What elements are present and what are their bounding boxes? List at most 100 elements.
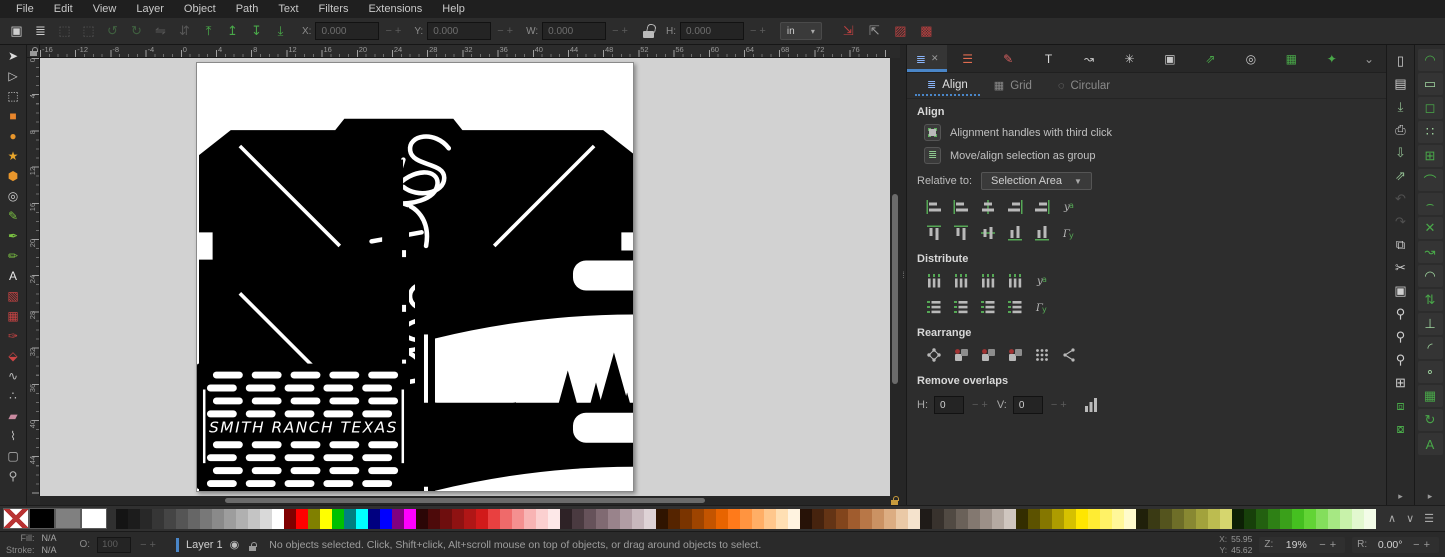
color-swatch[interactable] [1076, 509, 1088, 529]
relative-to-dropdown[interactable]: Selection Area ▼ [981, 172, 1092, 190]
selection-action-icon[interactable]: ⤓ [269, 20, 292, 42]
snap-paths[interactable]: ⌢ [1418, 193, 1443, 215]
ellipse-tool[interactable]: ● [1, 126, 25, 146]
tab-layers[interactable]: ☰ [947, 45, 987, 72]
zoom-tool[interactable]: ⚲ [1, 466, 25, 486]
distribute-vertical-button[interactable] [1030, 297, 1053, 317]
color-swatch[interactable] [212, 509, 224, 529]
color-swatch[interactable] [128, 509, 140, 529]
color-swatch[interactable] [1232, 509, 1244, 529]
selection-action-icon[interactable]: ↻ [125, 20, 148, 42]
align-vertical-button[interactable] [1057, 223, 1080, 243]
h-spinner[interactable]: −+ [750, 25, 769, 37]
color-swatch[interactable] [476, 509, 488, 529]
align-horizontal-button[interactable] [922, 197, 945, 217]
star-tool[interactable]: ★ [1, 146, 25, 166]
opacity-spinner[interactable]: −+ [140, 539, 159, 551]
snap-bar-expander[interactable]: ▸ [1428, 491, 1433, 502]
color-swatch[interactable] [608, 509, 620, 529]
no-color-swatch[interactable] [3, 508, 29, 529]
tweak-tool[interactable]: ∿ [1, 366, 25, 386]
align-vertical-button[interactable] [976, 223, 999, 243]
color-swatch[interactable] [1328, 509, 1340, 529]
color-swatch[interactable] [524, 509, 536, 529]
color-swatch[interactable] [332, 509, 344, 529]
w-spinner[interactable]: −+ [612, 25, 631, 37]
align-horizontal-button[interactable] [1003, 197, 1026, 217]
import[interactable]: ⇩ [1389, 141, 1413, 164]
align-horizontal-button[interactable] [976, 197, 999, 217]
align-vertical-button[interactable] [949, 223, 972, 243]
overlap-h-spinner[interactable]: −+ [972, 399, 991, 411]
connector-tool[interactable]: ⌇ [1, 426, 25, 446]
color-swatch[interactable] [644, 509, 656, 529]
vertical-scrollbar-thumb[interactable] [892, 194, 898, 384]
snap-perpendicular[interactable]: ⊥ [1418, 313, 1443, 335]
zoom-control[interactable]: Z: 19% −+ [1259, 537, 1345, 553]
tab-path-effects[interactable]: ↝ [1069, 45, 1109, 72]
color-swatch[interactable] [548, 509, 560, 529]
color-swatch[interactable] [536, 509, 548, 529]
color-swatch[interactable] [1256, 509, 1268, 529]
selection-action-icon[interactable]: ⬚ [77, 20, 100, 42]
color-swatch[interactable] [140, 509, 152, 529]
color-swatch[interactable] [692, 509, 704, 529]
pencil-tool[interactable]: ✎ [1, 206, 25, 226]
color-swatch[interactable] [200, 509, 212, 529]
color-swatch[interactable] [596, 509, 608, 529]
snap-cusp-nodes[interactable]: ↝ [1418, 241, 1443, 263]
color-swatch[interactable] [872, 509, 884, 529]
color-swatch[interactable] [752, 509, 764, 529]
color-swatch[interactable] [116, 509, 128, 529]
align-mode-tab[interactable]: ≣ Align [915, 75, 980, 96]
close-icon[interactable]: ✕ [931, 53, 939, 64]
color-swatch[interactable] [1316, 509, 1328, 529]
color-swatch[interactable] [164, 509, 176, 529]
rectangle-tool[interactable]: ■ [1, 106, 25, 126]
color-swatch[interactable] [320, 509, 332, 529]
tab-text-font[interactable]: T [1028, 45, 1068, 72]
tab-align-distribute[interactable]: ≣ ✕ [907, 45, 947, 72]
color-swatch[interactable] [740, 509, 752, 529]
align-horizontal-button[interactable] [1030, 197, 1053, 217]
firepit-design-artwork[interactable]: SMITH RANCH TEXAS [197, 63, 633, 491]
color-swatch[interactable] [1352, 509, 1364, 529]
snap-bbox[interactable]: ▭ [1418, 73, 1443, 95]
color-swatch[interactable] [776, 509, 788, 529]
distribute-horizontal-button[interactable] [976, 271, 999, 291]
menu-help[interactable]: Help [432, 2, 475, 16]
shape-builder-tool[interactable]: ⬚ [1, 86, 25, 106]
distribute-horizontal-button[interactable] [949, 271, 972, 291]
distribute-horizontal-button[interactable] [1030, 271, 1053, 291]
palette-scroll-up-icon[interactable]: ∧ [1388, 512, 1396, 525]
zoom-selection[interactable]: ⚲ [1389, 302, 1413, 325]
color-swatch[interactable] [500, 509, 512, 529]
color-swatch[interactable] [236, 509, 248, 529]
export[interactable]: ⇗ [1389, 164, 1413, 187]
snap-tangential[interactable]: ◜ [1418, 337, 1443, 359]
color-swatch[interactable] [896, 509, 908, 529]
align-vertical-button[interactable] [1003, 223, 1026, 243]
menu-object[interactable]: Object [174, 2, 226, 16]
tab-export[interactable]: ⇗ [1190, 45, 1230, 72]
color-swatch[interactable] [668, 509, 680, 529]
vertical-ruler[interactable]: 048121620242832364044 [27, 58, 40, 496]
color-swatch[interactable] [884, 509, 896, 529]
color-swatch[interactable] [704, 509, 716, 529]
distribute-vertical-button[interactable] [949, 297, 972, 317]
node-tool[interactable]: ▷ [1, 66, 25, 86]
unit-dropdown[interactable]: in ▾ [780, 22, 822, 40]
y-spinner[interactable]: −+ [497, 25, 516, 37]
color-swatch[interactable] [920, 509, 932, 529]
color-swatch[interactable] [404, 509, 416, 529]
color-swatch[interactable] [560, 509, 572, 529]
menu-file[interactable]: File [6, 2, 44, 16]
zoom-drawing[interactable]: ⚲ [1389, 325, 1413, 348]
transform-toggle-icon[interactable]: ▨ [889, 20, 912, 42]
menu-view[interactable]: View [83, 2, 127, 16]
selection-action-icon[interactable]: ⇵ [173, 20, 196, 42]
rotation-spinner[interactable]: −+ [1413, 539, 1434, 551]
color-swatch[interactable] [1268, 509, 1280, 529]
color-swatch[interactable] [1340, 509, 1352, 529]
zoom-spinner[interactable]: −+ [1319, 539, 1340, 551]
